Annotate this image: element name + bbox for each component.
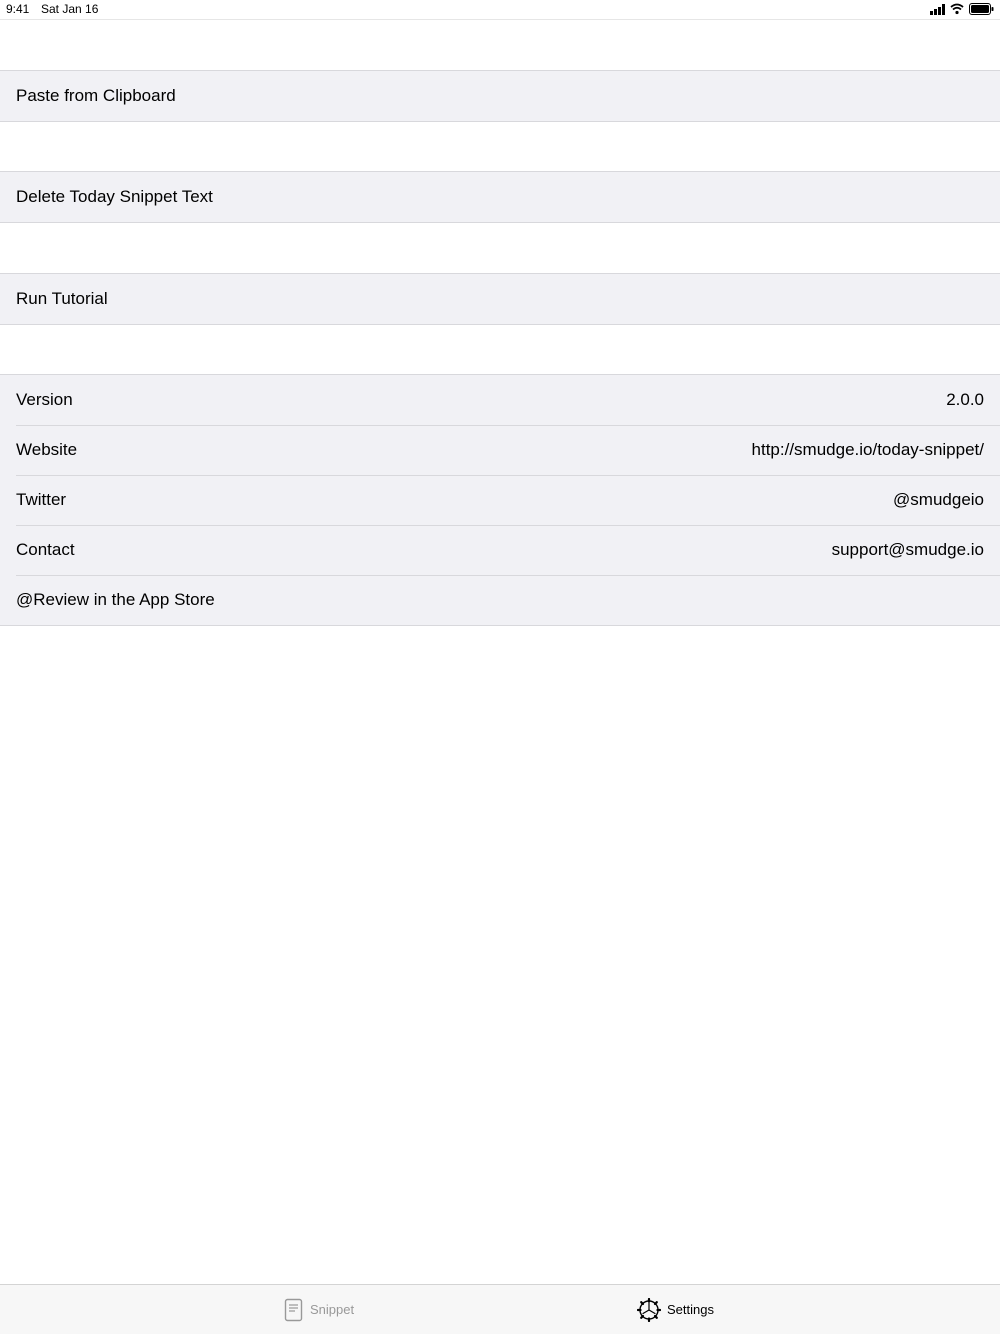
version-row: Version 2.0.0	[0, 375, 1000, 425]
version-value: 2.0.0	[946, 390, 984, 409]
tab-settings[interactable]: Settings	[637, 1285, 714, 1334]
website-value[interactable]: http://smudge.io/today-snippet/	[752, 425, 984, 475]
wifi-icon	[950, 3, 964, 15]
status-date: Sat Jan 16	[41, 2, 99, 16]
status-bar: 9:41 Sat Jan 16	[0, 0, 1000, 20]
tab-bar: Snippet Settings	[0, 1284, 1000, 1334]
contact-label: Contact	[16, 540, 75, 559]
website-label: Website	[16, 440, 78, 459]
tutorial-group: Run Tutorial	[0, 273, 1000, 325]
twitter-label: Twitter	[16, 490, 67, 509]
run-tutorial-button[interactable]: Run Tutorial	[0, 274, 1000, 324]
website-row[interactable]: Website http://smudge.io/today-snippet/	[0, 425, 1000, 475]
twitter-row[interactable]: Twitter @smudgeio	[0, 475, 1000, 525]
tab-settings-label: Settings	[667, 1302, 714, 1317]
info-group: Version 2.0.0 Website http://smudge.io/t…	[0, 374, 1000, 626]
delete-group: Delete Today Snippet Text	[0, 171, 1000, 223]
tab-snippet[interactable]: Snippet	[284, 1285, 354, 1334]
paste-from-clipboard-label: Paste from Clipboard	[16, 86, 176, 105]
gear-icon	[637, 1297, 661, 1322]
contact-value[interactable]: support@smudge.io	[832, 525, 984, 575]
review-app-store-row[interactable]: @Review in the App Store	[0, 575, 1000, 625]
twitter-value[interactable]: @smudgeio	[893, 475, 984, 525]
delete-snippet-button[interactable]: Delete Today Snippet Text	[0, 172, 1000, 222]
version-label: Version	[16, 390, 73, 409]
run-tutorial-label: Run Tutorial	[16, 289, 108, 308]
status-time: 9:41	[6, 2, 30, 16]
paste-from-clipboard-button[interactable]: Paste from Clipboard	[0, 71, 1000, 121]
battery-icon	[969, 3, 994, 15]
tab-snippet-label: Snippet	[310, 1302, 355, 1317]
paste-group: Paste from Clipboard	[0, 70, 1000, 122]
cellular-signal-icon	[930, 4, 945, 15]
review-app-store-label: @Review in the App Store	[16, 590, 215, 609]
contact-row[interactable]: Contact support@smudge.io	[0, 525, 1000, 575]
status-icons	[930, 3, 994, 16]
delete-snippet-label: Delete Today Snippet Text	[16, 187, 213, 206]
document-icon	[284, 1298, 303, 1321]
